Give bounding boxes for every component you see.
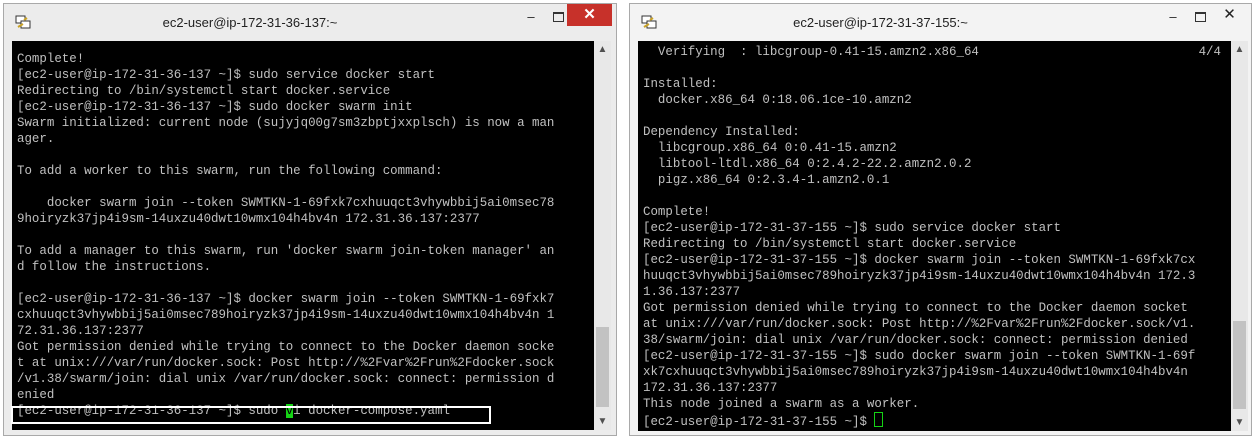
terminal-line: This node joined a swarm as a worker. bbox=[643, 397, 920, 411]
vertical-scrollbar[interactable]: ▲ ▼ bbox=[1231, 41, 1248, 431]
terminal-line: Redirecting to /bin/systemctl start dock… bbox=[17, 84, 391, 98]
terminal-lines: Verifying : libcgroup-0.41-15.amzn2.x86_… bbox=[638, 41, 1231, 429]
terminal-line-text: Verifying : libcgroup-0.41-15.amzn2.x86_… bbox=[643, 45, 979, 59]
terminal-line: libtool-ltdl.x86_64 0:2.4.2-22.2.amzn2.0… bbox=[643, 157, 972, 171]
terminal-window-right: ec2-user@ip-172-31-37-155:~ – ✕ ✕ Verify… bbox=[629, 3, 1252, 436]
scroll-thumb[interactable] bbox=[1233, 321, 1246, 409]
title-bar[interactable]: ec2-user@ip-172-31-37-155:~ – ✕ ✕ bbox=[630, 4, 1251, 40]
scroll-down-arrow-icon[interactable]: ▼ bbox=[594, 413, 611, 430]
terminal-line: 72.31.36.137:2377 bbox=[17, 324, 144, 338]
terminal-line: [ec2-user@ip-172-31-36-137 ~]$ docker sw… bbox=[17, 292, 555, 306]
terminal-line: 172.31.36.137:2377 bbox=[643, 381, 778, 395]
terminal-line: Dependency Installed: bbox=[643, 125, 800, 139]
terminal-line: at unix:///var/run/docker.sock: Post htt… bbox=[643, 317, 1196, 331]
terminal-line: [ec2-user@ip-172-31-37-155 ~]$ sudo dock… bbox=[643, 349, 1196, 363]
terminal-line: To add a worker to this swarm, run the f… bbox=[17, 164, 443, 178]
terminal-line: enied bbox=[17, 388, 55, 402]
terminal-line: libcgroup.x86_64 0:0.41-15.amzn2 bbox=[643, 141, 897, 155]
terminal-line: 1.36.137:2377 bbox=[643, 285, 741, 299]
prompt-line[interactable]: [ec2-user@ip-172-31-36-137 ~]$ sudo vi d… bbox=[17, 403, 594, 419]
terminal-line: [ec2-user@ip-172-31-36-137 ~]$ sudo dock… bbox=[17, 100, 413, 114]
title-bar[interactable]: ec2-user@ip-172-31-36-137:~ – ✕ bbox=[4, 4, 616, 40]
terminal-line: [ec2-user@ip-172-31-37-155 ~]$ docker sw… bbox=[643, 253, 1196, 267]
terminal-line: docker.x86_64 0:18.06.1ce-10.amzn2 bbox=[643, 93, 912, 107]
terminal-line: Got permission denied while trying to co… bbox=[17, 340, 555, 354]
terminal-line: 38/swarm/join: dial unix /var/run/docker… bbox=[643, 333, 1188, 347]
prompt-text: [ec2-user@ip-172-31-36-137 ~]$ sudo bbox=[17, 404, 286, 418]
terminal-line: Complete! bbox=[17, 52, 85, 66]
prompt-line[interactable]: [ec2-user@ip-172-31-37-155 ~]$ bbox=[643, 412, 1231, 429]
terminal-line: [ec2-user@ip-172-31-36-137 ~]$ sudo serv… bbox=[17, 68, 435, 82]
terminal-line: Verifying : libcgroup-0.41-15.amzn2.x86_… bbox=[643, 44, 1231, 60]
terminal-line: ager. bbox=[17, 132, 55, 146]
scroll-thumb[interactable] bbox=[596, 327, 609, 407]
terminal-line: pigz.x86_64 0:2.3.4-1.amzn2.0.1 bbox=[643, 173, 890, 187]
minimize-button[interactable]: – bbox=[516, 5, 546, 29]
terminal-line: huuqct3vhywbbij5ai0msec789hoiryzk37jp4i9… bbox=[643, 269, 1196, 283]
close-button-face: ✕ bbox=[1223, 6, 1236, 23]
vertical-scrollbar[interactable]: ▲ ▼ bbox=[594, 41, 611, 430]
scroll-down-arrow-icon[interactable]: ▼ bbox=[1231, 414, 1248, 431]
terminal-line: [ec2-user@ip-172-31-37-155 ~]$ sudo serv… bbox=[643, 221, 1061, 235]
window-title: ec2-user@ip-172-31-37-155:~ bbox=[793, 15, 968, 30]
scroll-up-arrow-icon[interactable]: ▲ bbox=[1231, 41, 1248, 58]
terminal-line: /v1.38/swarm/join: dial unix /var/run/do… bbox=[17, 372, 555, 386]
text-cursor bbox=[874, 412, 884, 427]
terminal-line: 9hoiryzk37jp4i9sm-14uxzu40dwt10wmx104h4b… bbox=[17, 212, 480, 226]
terminal-line: d follow the instructions. bbox=[17, 260, 212, 274]
scroll-up-arrow-icon[interactable]: ▲ bbox=[594, 41, 611, 58]
terminal-line: To add a manager to this swarm, run 'doc… bbox=[17, 244, 555, 258]
terminal-line: docker swarm join --token SWMTKN-1-69fxk… bbox=[17, 196, 555, 210]
window-title: ec2-user@ip-172-31-36-137:~ bbox=[162, 15, 338, 30]
terminal-output[interactable]: Complete! [ec2-user@ip-172-31-36-137 ~]$ … bbox=[12, 41, 594, 430]
prompt-text: [ec2-user@ip-172-31-37-155 ~]$ bbox=[643, 415, 875, 429]
maximize-icon bbox=[552, 11, 564, 22]
terminal-line: Complete! bbox=[643, 205, 711, 219]
prompt-text-rest: i docker-compose.yaml bbox=[293, 404, 450, 418]
progress-count: 4/4 bbox=[1198, 45, 1221, 59]
terminal-line: t at unix:///var/run/docker.sock: Post h… bbox=[17, 356, 555, 370]
close-button[interactable]: ✕ bbox=[567, 4, 612, 26]
terminal-window-left: ec2-user@ip-172-31-36-137:~ – ✕ Complete… bbox=[3, 3, 617, 436]
terminal-line: Redirecting to /bin/systemctl start dock… bbox=[643, 237, 1017, 251]
terminal-line: Got permission denied while trying to co… bbox=[643, 301, 1188, 315]
terminal-lines: Complete! [ec2-user@ip-172-31-36-137 ~]$ … bbox=[12, 41, 594, 419]
minimize-button[interactable]: – bbox=[1158, 5, 1188, 29]
terminal-line: Installed: bbox=[643, 77, 718, 91]
terminal-output[interactable]: Verifying : libcgroup-0.41-15.amzn2.x86_… bbox=[638, 41, 1231, 431]
terminal-line: xk7cxhuuqct3vhywbbij5ai0msec789hoiryzk37… bbox=[643, 365, 1188, 379]
maximize-icon bbox=[1194, 11, 1206, 22]
terminal-line: Swarm initialized: current node (sujyjq0… bbox=[17, 116, 555, 130]
terminal-line: cxhuuqct3vhywbbij5ai0msec789hoiryzk37jp4… bbox=[17, 308, 555, 322]
